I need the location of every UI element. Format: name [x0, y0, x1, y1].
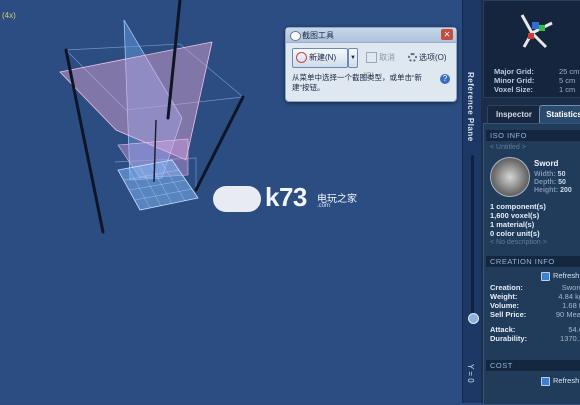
snipping-tool-titlebar[interactable]: 截图工具 ✕: [286, 28, 456, 43]
new-snip-dropdown[interactable]: ▼: [348, 48, 358, 68]
orientation-gizmo-box: Major Grid: 25 cm Minor Grid: 5 cm Voxel S…: [483, 0, 580, 98]
components-count: 1 component(s): [490, 202, 546, 211]
snipping-tool-title: 截图工具: [302, 31, 334, 40]
attack-row: Attack:54.6: [490, 325, 580, 334]
snipping-tool-window[interactable]: 截图工具 ✕ 新建(N) ▼ 取消(C) 选项(O) 从菜单中选择一个截图类型，…: [285, 27, 457, 102]
height-row: Height: 200: [534, 187, 572, 194]
scissors-icon: [290, 31, 301, 41]
iso-info-header: ISO INFO: [486, 130, 580, 141]
minor-grid-row: Minor Grid: 5 cm: [494, 76, 576, 85]
snipping-toolbar: 新建(N) ▼ 取消(C) 选项(O): [290, 46, 452, 80]
watermark-url: .com: [317, 203, 331, 209]
reference-plane-slider[interactable]: [471, 155, 474, 315]
right-panel: Major Grid: 25 cm Minor Grid: 5 cm Voxel S…: [481, 0, 580, 405]
gear-icon: [408, 53, 417, 63]
close-icon[interactable]: ✕: [441, 29, 453, 40]
cancel-icon: [366, 52, 377, 64]
volume-row: Volume:1.68 L: [490, 301, 580, 310]
color-units-count: 0 color unit(s): [490, 229, 540, 238]
voxel-size-row: Voxel Size: 1 cm: [494, 85, 576, 94]
statistics-card: ISO INFO < Untitled > Sword Width: 50 De…: [483, 123, 580, 405]
cost-refresh-button[interactable]: Refresh: [541, 376, 579, 386]
slider-thumb[interactable]: [468, 313, 479, 324]
depth-row: Depth: 50: [534, 179, 566, 186]
options-button[interactable]: 选项(O): [404, 48, 452, 68]
creation-info-header: CREATION INFO: [486, 256, 580, 267]
snipping-tool-message: 从菜单中选择一个截图类型，或单击“新建”按钮。: [292, 73, 422, 92]
new-snip-button[interactable]: 新建(N): [292, 48, 348, 68]
tab-inspector[interactable]: Inspector: [487, 105, 541, 123]
help-icon[interactable]: ?: [440, 74, 450, 84]
item-name: Sword: [534, 159, 559, 168]
durability-row: Durability:1370.1: [490, 334, 580, 343]
cancel-button[interactable]: 取消(C): [362, 48, 404, 80]
tab-statistics[interactable]: Statistics: [539, 105, 580, 123]
untitled-label: < Untitled >: [490, 144, 526, 151]
refresh-checkbox-icon[interactable]: [541, 271, 550, 281]
creation-row: Creation:Sword: [490, 283, 580, 292]
creation-refresh-button[interactable]: Refresh: [541, 271, 579, 281]
voxels-count: 1,600 voxel(s): [490, 211, 540, 220]
sword-thumbnail: [490, 157, 530, 197]
materials-count: 1 material(s): [490, 220, 535, 229]
new-snip-icon: [296, 52, 307, 64]
gamepad-icon: [213, 186, 261, 212]
watermark-brand: k73: [265, 182, 307, 212]
watermark: k73 电玩之家 .com: [213, 180, 373, 220]
y-value-label: Y = 0: [466, 364, 475, 383]
description-placeholder[interactable]: < No description >: [490, 239, 547, 246]
sell-price-row: Sell Price:90 Meat: [490, 310, 580, 319]
reference-plane-strip: Reference Plane Y = 0: [462, 0, 482, 403]
cost-header: COST: [486, 360, 580, 371]
axis-gizmo-icon[interactable]: [484, 3, 580, 63]
editor-viewport[interactable]: (4x) 截图工具 ✕ 新建(N) ▼ 取消(C) 选项(O) 从菜单中选择一个…: [0, 0, 462, 403]
reference-plane-label: Reference Plane: [466, 72, 475, 142]
panel-tabs: Inspector Statistics: [483, 105, 580, 123]
width-row: Width: 50: [534, 171, 566, 178]
refresh-checkbox-icon[interactable]: [541, 376, 550, 386]
weight-row: Weight:4.84 kg: [490, 292, 580, 301]
major-grid-row: Major Grid: 25 cm: [494, 67, 580, 76]
